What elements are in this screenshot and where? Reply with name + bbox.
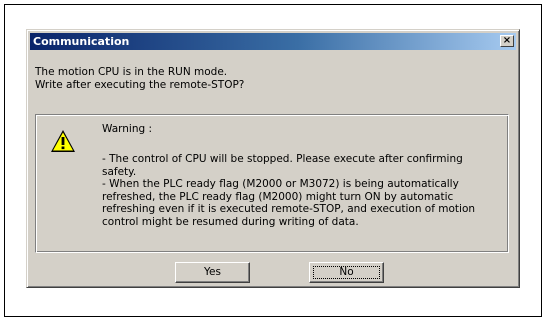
message-line-2: Write after executing the remote-STOP? <box>35 79 245 91</box>
warning-triangle-icon <box>51 130 75 152</box>
warning-line: refreshing even if it is executed remote… <box>102 203 476 215</box>
title-bar[interactable]: Communication × <box>30 33 516 50</box>
warning-text: - The control of CPU will be stopped. Pl… <box>102 153 475 228</box>
dialog-message: The motion CPU is in the RUN mode. Write… <box>35 66 244 92</box>
warning-line: refreshed, the PLC ready flag (M2000) mi… <box>102 190 454 203</box>
close-button[interactable]: × <box>500 35 514 47</box>
close-icon: × <box>502 35 512 46</box>
window-title: Communication <box>33 35 130 48</box>
warning-line: control might be resumed during writing … <box>102 215 359 228</box>
no-button[interactable]: No <box>309 262 384 283</box>
warning-line: - The control of CPU will be stopped. Pl… <box>102 153 463 165</box>
yes-button[interactable]: Yes <box>175 262 250 283</box>
warning-title: Warning : <box>102 123 153 135</box>
message-line-1: The motion CPU is in the RUN mode. <box>35 66 228 78</box>
warning-line: - When the PLC ready flag (M2000 or M307… <box>102 178 459 190</box>
communication-dialog: Communication × The motion CPU is in the… <box>26 29 520 288</box>
warning-panel: Warning : - The control of CPU will be s… <box>35 114 509 253</box>
focus-rectangle <box>313 266 380 279</box>
warning-line: safety. <box>102 165 137 178</box>
yes-button-label: Yes <box>204 266 221 278</box>
